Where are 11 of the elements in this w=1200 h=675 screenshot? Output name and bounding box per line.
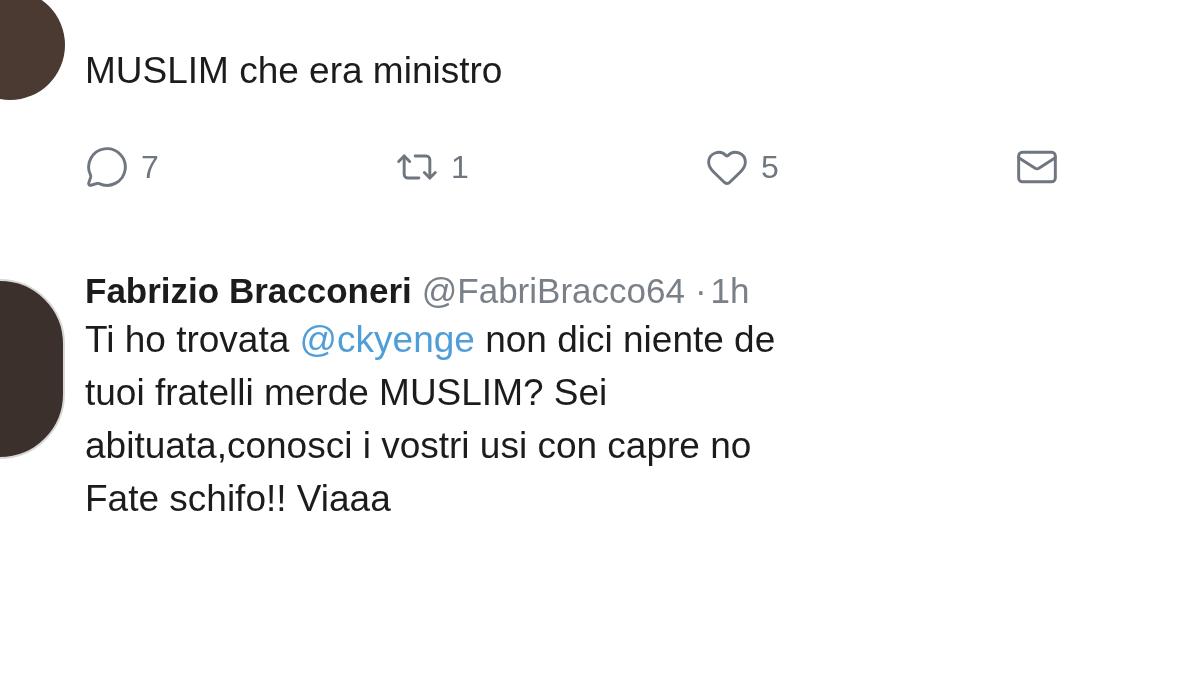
separator-dot: · [694,270,707,312]
tweet-text: MUSLIM che era ministro [85,49,504,93]
author-handle[interactable]: @FabriBracco64 [421,269,685,313]
mention-link[interactable]: @ckyenge [299,319,475,360]
reply-button[interactable]: 7 [85,145,395,189]
like-button[interactable]: 5 [705,145,1015,189]
retweet-button[interactable]: 1 [395,145,705,189]
author-name[interactable]: Fabrizio Bracconeri [85,269,412,313]
tweet-text: Ti ho trovata @ckyenge non dici niente de tuoi fratelli merde MUSLIM? Sei abituata,conosci i vostri usi con capre no Fate schifo!! Viaaa [85,318,776,521]
tweet-time: 1h [710,270,750,312]
reply-icon [85,145,129,189]
